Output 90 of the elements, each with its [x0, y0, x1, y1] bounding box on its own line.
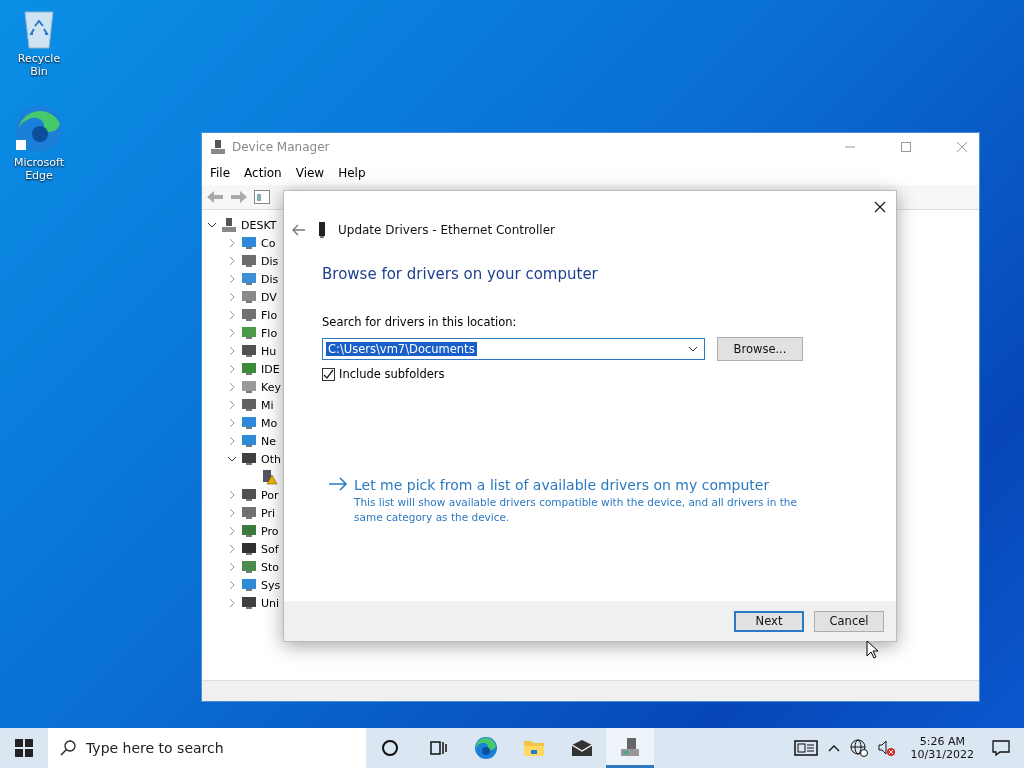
tree-item[interactable]: Ne	[261, 434, 276, 448]
expand-chevron-icon[interactable]	[227, 544, 237, 554]
tree-item[interactable]: IDE	[261, 362, 280, 376]
option-link[interactable]: Let me pick from a list of available drivers on my computer	[354, 477, 804, 493]
network-adapter-icon	[318, 222, 326, 238]
expand-chevron-icon[interactable]	[227, 508, 237, 518]
expand-chevron-icon[interactable]	[227, 256, 237, 266]
expand-chevron-icon[interactable]	[227, 580, 237, 590]
tree-item[interactable]: Co	[261, 236, 276, 250]
tree-item[interactable]: Hu	[261, 344, 277, 358]
expand-chevron-icon[interactable]	[227, 274, 237, 284]
expand-chevron-icon[interactable]	[227, 490, 237, 500]
properties-icon[interactable]	[254, 190, 270, 204]
maximize-icon[interactable]	[901, 142, 911, 152]
clock-date: 10/31/2022	[910, 748, 974, 761]
dialog-button[interactable]: Next	[734, 610, 804, 632]
expand-chevron-icon[interactable]	[227, 526, 237, 536]
menu-item[interactable]: Help	[338, 166, 366, 180]
tree-item[interactable]: Key	[261, 380, 281, 394]
tree-item[interactable]: Pri	[261, 506, 276, 520]
dropdown-chevron-icon[interactable]	[688, 346, 698, 352]
menu-item[interactable]: Action	[244, 166, 282, 180]
expand-chevron-icon[interactable]	[227, 310, 237, 320]
circle-icon	[381, 739, 399, 757]
back-arrow-icon[interactable]	[206, 190, 224, 204]
tree-item[interactable]: Mi	[261, 398, 274, 412]
menu-item[interactable]: File	[210, 166, 231, 180]
expand-chevron-icon[interactable]	[227, 418, 237, 428]
expand-chevron-icon[interactable]	[227, 292, 237, 302]
tree-item[interactable]: Oth	[261, 452, 281, 466]
warning-device-icon[interactable]	[262, 469, 278, 485]
tree-item[interactable]: Sof	[261, 542, 279, 556]
search-icon	[60, 740, 76, 756]
folder-icon	[523, 738, 545, 758]
expand-chevron-icon[interactable]	[227, 400, 237, 410]
expand-chevron-icon[interactable]	[227, 436, 237, 446]
tree-item[interactable]: Dis	[261, 272, 279, 286]
tree-item[interactable]: DV	[261, 290, 277, 304]
mail-icon	[571, 739, 593, 757]
dialog-heading: Browse for drivers on your computer	[322, 265, 599, 283]
expand-chevron-icon[interactable]	[227, 328, 237, 338]
globe-icon[interactable]	[849, 739, 868, 757]
caret-up-icon[interactable]	[827, 744, 840, 752]
forward-arrow-icon[interactable]	[230, 190, 248, 204]
tree-item[interactable]: Dis	[261, 254, 279, 268]
device-manager-icon	[619, 736, 641, 757]
computer-icon	[221, 217, 237, 233]
clock[interactable]: 5:26 AM 10/31/2022	[910, 735, 974, 761]
tree-item[interactable]: Por	[261, 488, 279, 502]
notification-icon[interactable]	[992, 740, 1010, 756]
search-field[interactable]: Type here to search	[48, 728, 366, 768]
collapse-chevron-icon[interactable]	[227, 454, 237, 464]
expand-chevron-icon[interactable]	[227, 562, 237, 572]
tree-item[interactable]: Mo	[261, 416, 278, 430]
arrow-icon[interactable]	[328, 477, 348, 491]
collapse-chevron-icon[interactable]	[207, 220, 217, 230]
expand-chevron-icon[interactable]	[227, 364, 237, 374]
edge-icon	[474, 736, 498, 760]
path-combo-box[interactable]: C:\Users\vm7\Documents	[322, 338, 705, 360]
expand-chevron-icon[interactable]	[227, 238, 237, 248]
menu-item[interactable]: View	[295, 166, 325, 180]
dialog-button[interactable]: Cancel	[814, 610, 884, 632]
tree-item[interactable]: Flo	[261, 308, 278, 322]
expand-chevron-icon[interactable]	[227, 346, 237, 356]
task-view-icon	[429, 739, 447, 757]
tree-item[interactable]: Uni	[261, 596, 280, 610]
option-description: This list will show available drivers compatible with the device, and all drivers in the same category as the device.	[354, 495, 798, 525]
close-icon[interactable]	[874, 201, 886, 213]
expand-chevron-icon[interactable]	[227, 598, 237, 608]
browse-button[interactable]: Browse...	[717, 337, 803, 361]
desktop-icon-label[interactable]: Recycle Bin	[9, 52, 69, 78]
desktop-icon-label[interactable]: Microsoft Edge	[9, 156, 69, 182]
field-label: Search for drivers in this location:	[322, 315, 518, 329]
tree-item[interactable]: Pro	[261, 524, 279, 538]
windows-start-icon[interactable]	[15, 739, 33, 757]
checkbox[interactable]	[322, 367, 335, 381]
tree-item[interactable]: Flo	[261, 326, 278, 340]
tree-item[interactable]: DESKT	[241, 218, 277, 232]
expand-chevron-icon[interactable]	[227, 382, 237, 392]
edge-icon[interactable]	[14, 104, 64, 154]
back-arrow-icon[interactable]	[292, 224, 306, 236]
window-title: Device Manager	[232, 140, 330, 154]
device-manager-icon	[210, 139, 226, 155]
news-icon[interactable]	[793, 740, 818, 756]
volume-muted-icon[interactable]	[877, 739, 896, 757]
checkbox-label[interactable]: Include subfolders	[339, 367, 445, 381]
dialog-title: Update Drivers - Ethernet Controller	[338, 223, 555, 237]
tree-item[interactable]: Sto	[261, 560, 280, 574]
clock-time: 5:26 AM	[919, 735, 965, 748]
tree-item[interactable]: Sys	[261, 578, 281, 592]
